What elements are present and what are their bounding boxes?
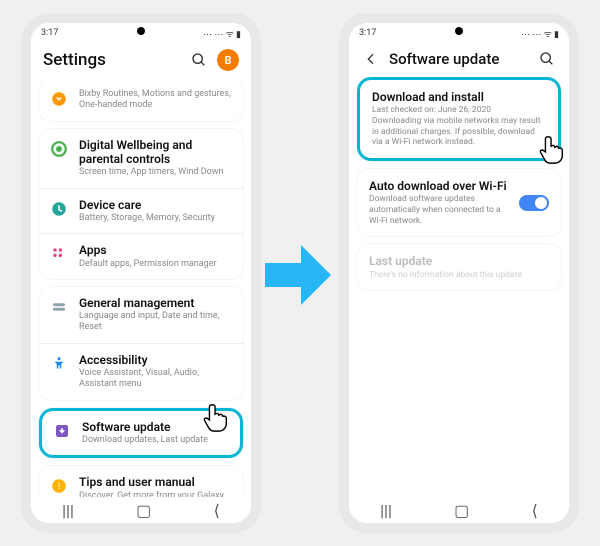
list-item-auto-download[interactable]: Auto download over Wi-Fi Download softwa… [357,169,561,236]
status-icons: ⋯ ⋯ ᯤ ▮ [203,27,241,40]
item-title: Device care [79,198,233,212]
item-title: Accessibility [79,353,233,367]
avatar[interactable]: B [217,49,239,71]
camera-hole [455,27,463,35]
item-sub: Voice Assistant, Visual, Audio, Assistan… [79,368,233,391]
item-sub: Screen time, App timers, Wind Down [79,167,233,178]
item-sub: Language and input, Date and time, Reset [79,311,233,334]
update-list: Download and install Last checked on: Ju… [349,77,569,505]
list-item-general[interactable]: General management Language and input, D… [39,287,243,343]
item-sub: Bixby Routines, Motions and gestures, On… [79,89,233,112]
item-title: Last update [369,254,549,268]
phone-right: 3:17 ⋯ ⋯ ᯤ ▮ Software update Download an… [339,13,579,533]
item-title: Apps [79,243,233,257]
nav-home-icon[interactable]: ▢ [136,501,151,520]
accessibility-icon [49,354,69,374]
item-title: Digital Wellbeing and parental controls [79,138,233,167]
item-sub: Download updates, Last update [82,435,230,446]
card: Auto download over Wi-Fi Download softwa… [357,169,561,236]
list-item-download-install[interactable]: Download and install Last checked on: Ju… [360,80,558,158]
nav-recent-icon[interactable]: ||| [62,501,74,520]
device-care-icon [49,199,69,219]
item-sub: Battery, Storage, Memory, Security [79,213,233,224]
card: Last update There's no information about… [357,244,561,290]
camera-hole [137,27,145,35]
list-item-wellbeing[interactable]: Digital Wellbeing and parental controls … [39,129,243,188]
svg-text:!: ! [58,482,60,492]
card: Bixby Routines, Motions and gestures, On… [39,79,243,121]
card: Digital Wellbeing and parental controls … [39,129,243,279]
item-title: Download and install [372,90,546,104]
card: General management Language and input, D… [39,287,243,400]
bixby-icon [49,89,69,109]
list-item-device-care[interactable]: Device care Battery, Storage, Memory, Se… [39,188,243,234]
nav-bar: ||| ▢ ⟨ [349,497,569,523]
item-sub: There's no information about this update [369,270,549,281]
list-item-accessibility[interactable]: Accessibility Voice Assistant, Visual, A… [39,343,243,400]
wellbeing-icon [49,139,69,159]
apps-icon [49,244,69,264]
update-header: Software update [349,43,569,77]
item-title: Software update [82,420,230,434]
page-title: Settings [43,50,181,70]
search-icon[interactable] [537,49,557,69]
page-title: Software update [389,50,529,68]
status-time: 3:17 [41,28,58,38]
arrow-icon [265,233,335,313]
list-item-software-update[interactable]: Software update Download updates, Last u… [42,411,240,456]
status-time: 3:17 [359,28,376,38]
nav-back-icon[interactable]: ⟨ [214,501,220,520]
card-download-install: Download and install Last checked on: Ju… [357,77,561,161]
toggle-auto-download[interactable] [519,195,549,211]
nav-home-icon[interactable]: ▢ [454,501,469,520]
item-title: Tips and user manual [79,475,233,489]
nav-bar: ||| ▢ ⟨ [31,497,251,523]
status-icons: ⋯ ⋯ ᯤ ▮ [521,27,559,40]
item-title: General management [79,296,233,310]
item-sub: Default apps, Permission manager [79,259,233,270]
phone-left: 3:17 ⋯ ⋯ ᯤ ▮ Settings B Bixby Routines, … [21,13,261,533]
list-item-last-update: Last update There's no information about… [357,244,561,290]
card-software-update: Software update Download updates, Last u… [39,408,243,459]
settings-list: Bixby Routines, Motions and gestures, On… [31,79,251,507]
back-icon[interactable] [361,49,381,69]
item-title: Auto download over Wi-Fi [369,179,509,193]
update-icon [52,421,72,441]
item-sub: Last checked on: June 26, 2020 Downloadi… [372,105,546,148]
nav-recent-icon[interactable]: ||| [380,501,392,520]
list-item-bixby[interactable]: Bixby Routines, Motions and gestures, On… [39,79,243,121]
tips-icon: ! [49,476,69,496]
item-sub: Download software updates automatically … [369,194,509,226]
general-icon [49,297,69,317]
nav-back-icon[interactable]: ⟨ [532,501,538,520]
search-icon[interactable] [189,50,209,70]
settings-header: Settings B [31,43,251,79]
list-item-apps[interactable]: Apps Default apps, Permission manager [39,233,243,279]
